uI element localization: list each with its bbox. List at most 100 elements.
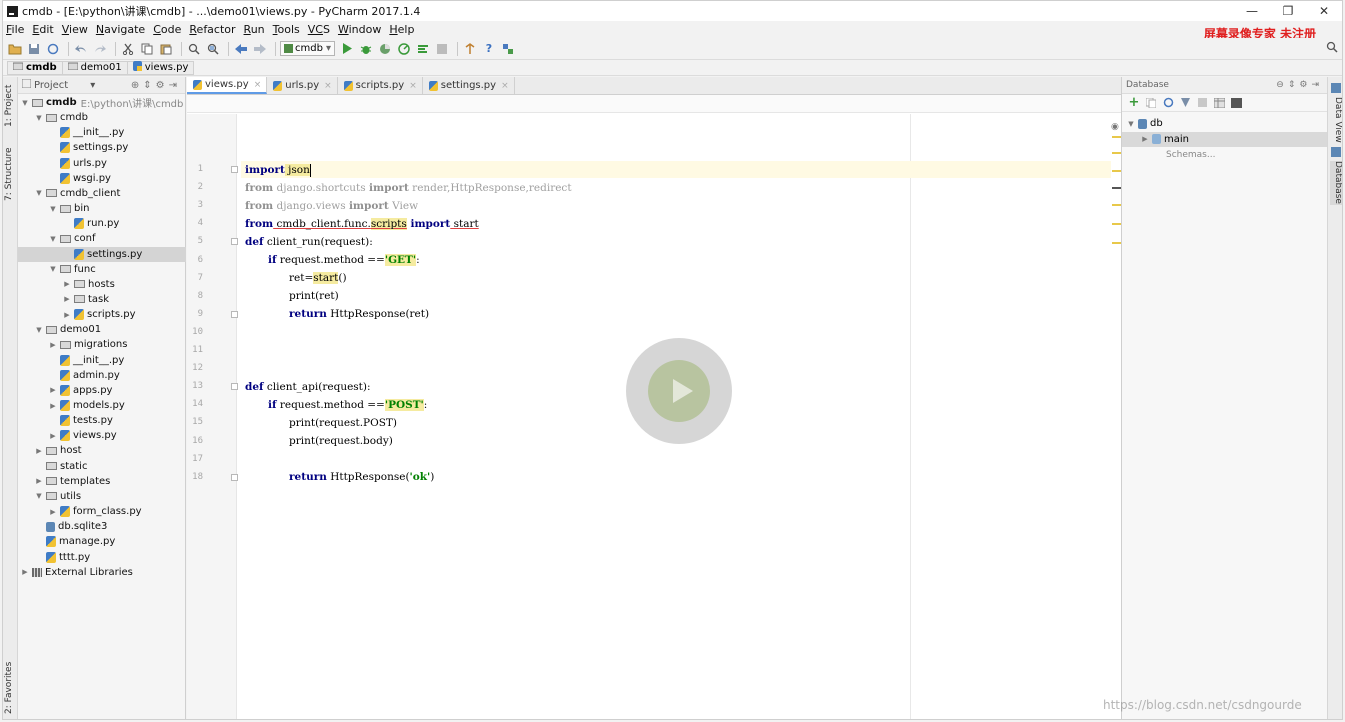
tree-item[interactable]: ▶ models.py (18, 398, 186, 413)
tree-arrow-icon[interactable]: ▼ (1126, 120, 1136, 128)
collapse-arrow-icon[interactable]: ▶ (48, 432, 58, 440)
fold-marker-icon[interactable] (231, 383, 238, 391)
stripe-mark[interactable] (1112, 223, 1121, 225)
find-icon[interactable] (186, 41, 202, 57)
editor-tab[interactable]: settings.py × (423, 77, 515, 94)
tree-item[interactable]: ▶ apps.py (18, 383, 186, 398)
tree-item[interactable]: ▼ cmdb (18, 110, 186, 125)
expand-arrow-icon[interactable]: ▼ (34, 492, 44, 500)
menu-item-help[interactable]: Help (389, 23, 414, 36)
tree-item[interactable]: ▼ func (18, 262, 186, 277)
video-play-button[interactable] (626, 338, 732, 444)
collapse-arrow-icon[interactable]: ▶ (48, 402, 58, 410)
tree-item[interactable]: wsgi.py (18, 171, 186, 186)
stripe-mark[interactable] (1112, 187, 1121, 189)
stripe-mark[interactable] (1112, 242, 1121, 244)
stripe-mark[interactable] (1112, 204, 1121, 206)
tree-item[interactable]: settings.py (18, 140, 186, 155)
tree-item[interactable]: ▼ demo01 (18, 322, 186, 337)
concurrency-icon[interactable] (415, 41, 431, 57)
expand-arrow-icon[interactable]: ▼ (48, 265, 58, 273)
sync-icon[interactable]: ⊖ (1276, 80, 1288, 90)
debug-icon[interactable] (358, 41, 374, 57)
tree-item[interactable]: ▶ form_class.py (18, 504, 186, 519)
menu-item-refactor[interactable]: Refactor (189, 23, 235, 36)
database-tree-item[interactable]: Schemas... (1122, 147, 1328, 162)
tree-item[interactable]: tttt.py (18, 550, 186, 565)
sync-icon[interactable] (45, 41, 61, 57)
copy-icon[interactable] (139, 41, 155, 57)
tree-item[interactable]: ▼ conf (18, 231, 186, 246)
open-folder-icon[interactable] (7, 41, 23, 57)
collapse-all-icon[interactable]: ⇕ (143, 80, 155, 91)
menu-item-edit[interactable]: Edit (32, 23, 53, 36)
collapse-arrow-icon[interactable]: ▶ (48, 508, 58, 516)
breadcrumb-project[interactable]: cmdb (7, 60, 63, 75)
run-icon[interactable] (339, 41, 355, 57)
stripe-mark[interactable] (1112, 136, 1121, 138)
tree-item[interactable]: settings.py (18, 246, 186, 262)
tree-item[interactable]: static (18, 459, 186, 474)
menu-item-tools[interactable]: Tools (273, 23, 300, 36)
tab-close-icon[interactable]: × (409, 81, 417, 91)
expand-arrow-icon[interactable]: ▼ (48, 205, 58, 213)
tree-item[interactable]: run.py (18, 216, 186, 231)
fold-marker-icon[interactable] (231, 166, 238, 173)
menu-item-navigate[interactable]: Navigate (96, 23, 145, 36)
tree-item[interactable]: ▶ hosts (18, 277, 186, 292)
tree-item[interactable]: ▶ host (18, 443, 186, 458)
project-view-select[interactable]: Project (34, 80, 68, 91)
fold-marker-icon[interactable] (231, 238, 238, 246)
expand-arrow-icon[interactable]: ▼ (20, 99, 30, 107)
console-icon[interactable] (1229, 96, 1243, 110)
menu-item-window[interactable]: Window (338, 23, 381, 36)
favorites-tool-tab[interactable]: 2: Favorites (4, 659, 17, 717)
stripe-mark[interactable] (1112, 170, 1121, 172)
add-datasource-icon[interactable]: + (1127, 95, 1141, 110)
tree-item[interactable]: __init__.py (18, 125, 186, 140)
collapse-arrow-icon[interactable]: ▶ (62, 295, 72, 303)
save-all-icon[interactable] (26, 41, 42, 57)
menu-item-vcs[interactable]: VCS (308, 23, 330, 36)
run-configuration-select[interactable]: cmdb ▾ (280, 41, 335, 56)
tab-close-icon[interactable]: × (254, 80, 262, 90)
tree-item[interactable]: ▶ task (18, 292, 186, 307)
database-tree-item[interactable]: ▼ db (1122, 116, 1328, 131)
tab-close-icon[interactable]: × (324, 81, 332, 91)
data-view-tool-tab[interactable]: Data View (1330, 97, 1342, 143)
fold-marker-icon[interactable] (231, 473, 238, 481)
expand-arrow-icon[interactable]: ▼ (34, 326, 44, 334)
vcs-icon[interactable] (462, 41, 478, 57)
forward-icon[interactable] (252, 41, 268, 57)
collapse-arrow-icon[interactable]: ▶ (34, 477, 44, 485)
expand-arrow-icon[interactable]: ▼ (34, 114, 44, 122)
inspection-eye-icon[interactable]: ◉ (1111, 122, 1119, 132)
editor-tab[interactable]: urls.py × (267, 77, 338, 94)
structure-tool-tab[interactable]: 7: Structure (4, 145, 17, 203)
cut-icon[interactable] (120, 41, 136, 57)
tree-item[interactable]: admin.py (18, 368, 186, 383)
tree-item[interactable]: manage.py (18, 534, 186, 549)
fold-marker-icon[interactable] (231, 310, 238, 318)
stripe-mark[interactable] (1112, 152, 1121, 154)
profile-icon[interactable] (396, 41, 412, 57)
hide-panel-icon[interactable]: ⇥ (1311, 80, 1323, 90)
refresh-icon[interactable] (1161, 96, 1175, 110)
tree-item[interactable]: ▶ templates (18, 474, 186, 489)
tree-item[interactable]: ▼ cmdb_client (18, 186, 186, 201)
menu-item-view[interactable]: View (62, 23, 88, 36)
tree-item[interactable]: db.sqlite3 (18, 519, 186, 534)
project-structure-icon[interactable] (500, 41, 516, 57)
menu-item-file[interactable]: File (6, 23, 24, 36)
tree-item[interactable]: ▶ scripts.py (18, 307, 186, 322)
collapse-arrow-icon[interactable]: ▶ (20, 568, 30, 576)
table-editor-icon[interactable] (1212, 96, 1226, 110)
expand-arrow-icon[interactable]: ▼ (34, 189, 44, 197)
back-icon[interactable] (233, 41, 249, 57)
tree-item[interactable]: ▶ migrations (18, 337, 186, 352)
tree-item[interactable]: ▼ cmdb E:\python\讲课\cmdb (18, 95, 186, 110)
editor-tab[interactable]: scripts.py × (338, 77, 423, 94)
expand-arrow-icon[interactable]: ▼ (48, 235, 58, 243)
properties-icon[interactable] (1178, 96, 1192, 110)
breadcrumb-folder[interactable]: demo01 (61, 60, 128, 75)
